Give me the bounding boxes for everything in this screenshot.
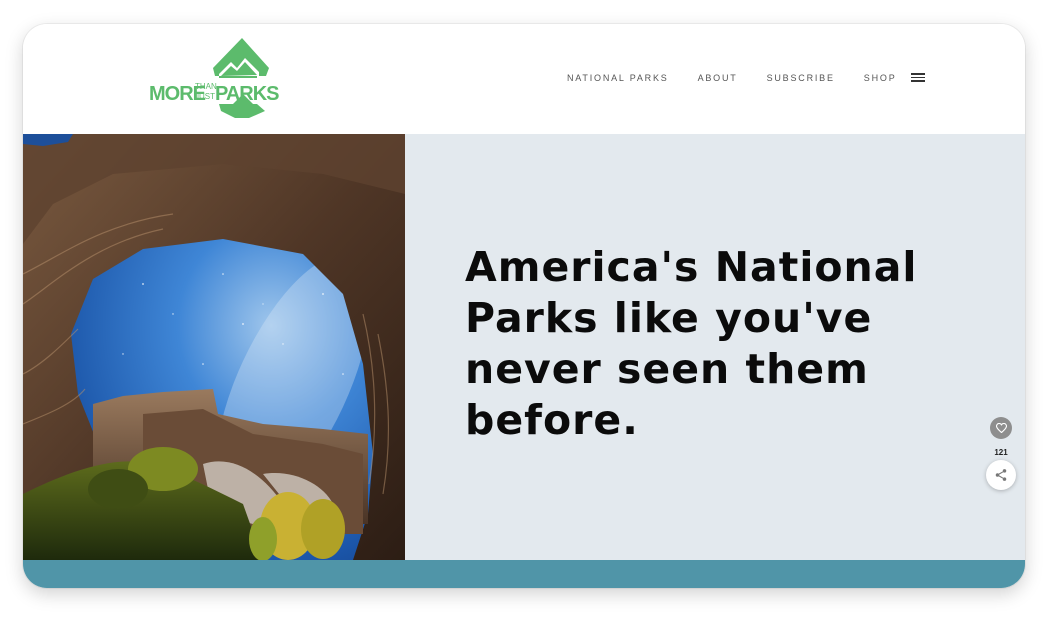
hamburger-icon[interactable] bbox=[911, 73, 925, 82]
social-share-widget: 121 bbox=[986, 417, 1018, 493]
logo-text-parks: PARKS bbox=[215, 83, 280, 105]
heart-icon[interactable] bbox=[990, 417, 1012, 439]
hero-photo bbox=[23, 134, 405, 560]
site-header: MORE THAN JUST PARKS NATIONAL PARKS ABOU… bbox=[23, 24, 1025, 134]
browser-page: MORE THAN JUST PARKS NATIONAL PARKS ABOU… bbox=[23, 24, 1025, 588]
share-count: 121 bbox=[994, 448, 1008, 457]
share-icon[interactable] bbox=[986, 460, 1016, 490]
site-logo[interactable]: MORE THAN JUST PARKS bbox=[149, 38, 280, 120]
nav-national-parks[interactable]: NATIONAL PARKS bbox=[567, 73, 669, 83]
nav-shop[interactable]: SHOP bbox=[864, 73, 897, 83]
arch-night-sky-photo bbox=[23, 134, 405, 560]
nav-subscribe[interactable]: SUBSCRIBE bbox=[767, 73, 835, 83]
main-nav: NATIONAL PARKS ABOUT SUBSCRIBE SHOP bbox=[567, 70, 926, 86]
hero-headline: America's National Parks like you've nev… bbox=[465, 243, 918, 444]
nav-about[interactable]: ABOUT bbox=[698, 73, 738, 83]
hero-panel: America's National Parks like you've nev… bbox=[405, 134, 1025, 560]
logo-text-than: THAN bbox=[195, 82, 217, 91]
arrowhead-logo-icon bbox=[213, 38, 269, 118]
logo-text-just: JUST bbox=[195, 92, 215, 101]
accent-band bbox=[23, 560, 1025, 588]
